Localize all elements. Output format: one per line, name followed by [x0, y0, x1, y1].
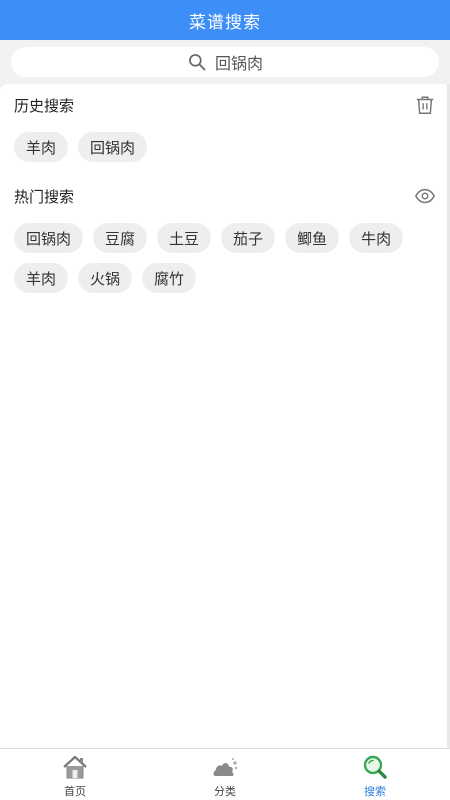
hot-tag[interactable]: 土豆	[157, 223, 212, 253]
hot-tag[interactable]: 豆腐	[93, 223, 148, 253]
hot-header: 热门搜索	[14, 182, 436, 210]
category-icon	[213, 758, 238, 776]
hot-tag[interactable]: 鲫鱼	[285, 223, 340, 253]
hot-tag[interactable]: 回锅肉	[14, 223, 84, 253]
history-tag[interactable]: 羊肉	[14, 132, 69, 162]
tab-home-label: 首页	[64, 785, 86, 798]
history-tag[interactable]: 回锅肉	[78, 132, 148, 162]
search-tab-icon	[363, 755, 387, 779]
hot-tag[interactable]: 火锅	[78, 263, 133, 293]
search-input[interactable]: 回锅肉	[11, 47, 439, 77]
trash-icon[interactable]	[414, 94, 436, 116]
history-tags: 羊肉 回锅肉	[14, 132, 440, 172]
title-bar: 菜谱搜索	[0, 0, 450, 40]
search-value: 回锅肉	[214, 54, 263, 73]
page-title: 菜谱搜索	[189, 12, 261, 33]
tab-home[interactable]: 首页	[0, 749, 150, 800]
hot-title: 热门搜索	[14, 187, 75, 206]
tab-category-label: 分类	[214, 785, 236, 798]
eye-icon[interactable]	[414, 185, 436, 207]
search-content: 历史搜索 羊肉 回锅肉 热门搜索 回锅肉 豆腐 土豆 茄子 鲫鱼 牛肉 羊肉 火锅 腐竹	[0, 84, 450, 748]
bottom-tab-bar: 首页 分类 搜索	[0, 748, 450, 800]
tab-search-label: 搜索	[364, 785, 386, 798]
hot-tag[interactable]: 茄子	[221, 223, 276, 253]
hot-tag[interactable]: 牛肉	[349, 223, 404, 253]
search-icon	[189, 54, 206, 71]
history-header: 历史搜索	[14, 91, 436, 119]
home-icon	[63, 755, 87, 779]
hot-tag[interactable]: 羊肉	[14, 263, 69, 293]
search-bar-area: 回锅肉	[0, 40, 450, 84]
history-title: 历史搜索	[14, 96, 75, 115]
tab-search[interactable]: 搜索	[300, 749, 450, 800]
hot-tags: 回锅肉 豆腐 土豆 茄子 鲫鱼 牛肉羊肉 火锅 腐竹	[14, 223, 440, 303]
tab-category[interactable]: 分类	[150, 749, 300, 800]
hot-tag[interactable]: 腐竹	[142, 263, 197, 293]
